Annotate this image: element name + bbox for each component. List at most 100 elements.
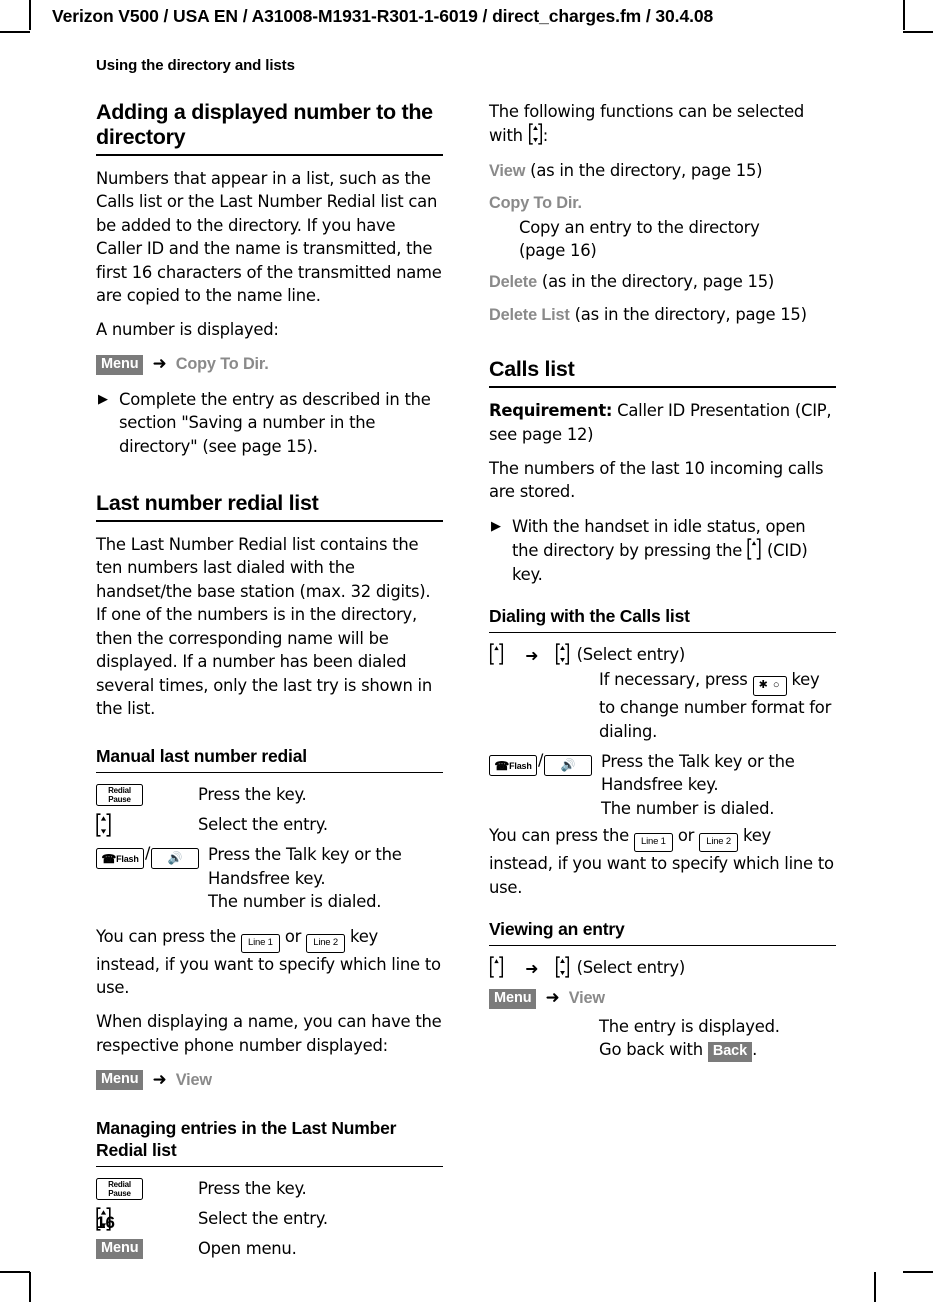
control-key-up-cid-icon[interactable] (489, 956, 504, 978)
select-entry-label: (Select entry) (576, 645, 686, 665)
option-copy-to-dir: Copy To Dir. Copy an entry to the direct… (489, 191, 836, 262)
step-row: Select the entry. (96, 812, 443, 838)
slash-separator: / (538, 749, 544, 769)
redial-key-label-top: Redial (108, 786, 131, 796)
option-rest: (as in the directory, page 15) (536, 272, 775, 292)
menu-softkey[interactable]: Menu (96, 1239, 144, 1260)
menu-option-copy-to-dir[interactable]: Copy To Dir. (176, 355, 269, 374)
subheading-rule (489, 944, 836, 946)
triangle-bullet-icon: ▶ (491, 518, 501, 534)
talk-step-line2: Handsfree key. (601, 775, 719, 795)
bullet-text: With the handset in idle status, open th… (512, 515, 836, 586)
talk-step-line2: Handsfree key. (208, 868, 326, 888)
menu-option-view[interactable]: View (176, 1071, 212, 1090)
line-1-key-icon[interactable]: Line 1 (240, 933, 280, 953)
option-name[interactable]: Delete (489, 273, 537, 291)
step-description: Press the key. (198, 785, 307, 805)
talk-flash-key-icon[interactable]: ☎Flash (489, 754, 537, 776)
redial-key-label-top: Redial (108, 1180, 131, 1190)
control-key-up-cid-icon[interactable] (747, 538, 762, 560)
line-2-key-icon[interactable]: Line 2 (699, 833, 739, 853)
heading-rule (96, 154, 443, 156)
step-icon-cell (96, 812, 198, 837)
step-icon-cell: ➜ (489, 955, 570, 978)
redial-pause-key-icon[interactable]: Redial Pause (96, 784, 143, 807)
heading-calls-list: Calls list (489, 357, 575, 382)
menu-softkey[interactable]: Menu (489, 988, 537, 1009)
handsfree-speaker-key-icon[interactable]: 🔊 (544, 754, 593, 776)
step-row: Menu Open menu. (96, 1236, 443, 1262)
step-description: Select the entry. (198, 815, 328, 835)
talk-flash-key-icon[interactable]: ☎Flash (96, 848, 144, 870)
paragraph-last-10-calls: The numbers of the last 10 incoming call… (489, 459, 824, 502)
step-icon-cell: ☎Flash / 🔊 (489, 749, 601, 776)
menu-path-copy-to-dir: Menu ➜ Copy To Dir. (96, 353, 443, 377)
menu-option-view[interactable]: View (569, 989, 605, 1008)
heading-managing-entries: Managing entries in the Last Number Redi… (96, 1118, 397, 1161)
step-description: Select the entry. (198, 1209, 328, 1229)
control-key-updown-icon[interactable] (96, 813, 111, 837)
menu-path-view-redial: Menu ➜ View (96, 1068, 443, 1092)
page-content: Using the directory and lists Adding a d… (0, 0, 933, 1302)
step-icon-cell: Menu (96, 1236, 198, 1260)
step-icon-cell: ☎Flash / 🔊 (96, 842, 208, 870)
control-key-up-cid-icon[interactable] (489, 643, 504, 665)
back-softkey[interactable]: Back (707, 1042, 753, 1063)
flash-key-label: Flash (116, 854, 139, 865)
steps-manual-redial: Redial Pause Press the key. Select the e… (96, 782, 443, 913)
steps-managing-entries: Redial Pause Press the key. Select the e… (96, 1176, 443, 1262)
result-text-post: . (752, 1040, 758, 1060)
step-row: Redial Pause Press the key. (96, 782, 443, 808)
option-name[interactable]: View (489, 162, 525, 180)
triangle-bullet-icon: ▶ (98, 391, 108, 407)
option-description-line: (page 16) (519, 241, 597, 261)
line-1-key-icon[interactable]: Line 1 (633, 833, 673, 853)
select-entry-label: (Select entry) (576, 957, 686, 977)
heading-rule (96, 520, 443, 523)
option-delete-list: Delete List (as in the directory, page 1… (489, 303, 836, 327)
talk-step-line3: The number is dialed. (601, 798, 775, 818)
option-name[interactable]: Copy To Dir. (489, 194, 582, 212)
step-description: Press the Talk key or the Handsfree key.… (601, 749, 836, 820)
note-line-keys-calls: You can press the Line 1 or Line 2 key i… (489, 824, 836, 899)
step-row-talk-key: ☎Flash / 🔊 Press the Talk key or the Hands… (489, 749, 836, 820)
control-key-updown-icon[interactable] (555, 643, 570, 665)
note-text-mid: or (672, 826, 700, 846)
handsfree-speaker-key-icon[interactable]: 🔊 (151, 848, 200, 870)
flash-key-label: Flash (509, 760, 532, 771)
talk-step-line3: The number is dialed. (208, 892, 382, 912)
heading-adding-displayed-number: Adding a displayed number to the directo… (96, 100, 433, 149)
subheading-rule (96, 1166, 443, 1168)
option-name[interactable]: Delete List (489, 306, 570, 324)
step-row-select-entry: ➜ (Select entry) (489, 642, 836, 668)
control-key-updown-icon[interactable] (555, 956, 570, 978)
result-text-pre: Go back with (599, 1040, 708, 1060)
view-result-line2: Go back with Back. (599, 1038, 836, 1063)
step-description: Press the Talk key or the Handsfree key.… (208, 842, 443, 913)
step-icon-cell: Redial Pause (96, 1176, 198, 1201)
arrow-icon: ➜ (152, 354, 167, 375)
phone-handset-icon: ☎ (494, 758, 510, 773)
menu-path-view-entry: Menu ➜ View (489, 987, 836, 1011)
step-row: Redial Pause Press the key. (96, 1176, 443, 1202)
arrow-icon: ➜ (545, 988, 560, 1009)
bullet-open-directory: ▶ With the handset in idle status, open … (489, 515, 836, 586)
option-rest: (as in the directory, page 15) (569, 304, 807, 324)
talk-step-line1: Press the Talk key or the (601, 751, 795, 771)
paragraph-adding-intro: Numbers that appear in a list, such as t… (96, 169, 442, 306)
control-key-updown-icon[interactable] (528, 123, 543, 146)
step-icon-cell: ➜ (489, 642, 570, 665)
paragraph-functions-intro: The following functions can be selected … (489, 100, 836, 148)
redial-pause-key-icon[interactable]: Redial Pause (96, 1178, 143, 1201)
menu-softkey[interactable]: Menu (96, 354, 144, 375)
option-description-line: Copy an entry to the directory (519, 217, 760, 237)
note-text-pre: You can press the (489, 826, 634, 846)
requirement-label: Requirement: (489, 401, 613, 421)
heading-last-number-redial-list: Last number redial list (96, 491, 319, 516)
heading-dialing-calls-list: Dialing with the Calls list (489, 606, 690, 627)
arrow-icon: ➜ (525, 646, 539, 666)
page-number: 16 (96, 1213, 115, 1232)
star-key-icon[interactable]: ✱ ○ (752, 676, 787, 697)
line-2-key-icon[interactable]: Line 2 (306, 933, 346, 953)
menu-softkey[interactable]: Menu (96, 1070, 144, 1091)
